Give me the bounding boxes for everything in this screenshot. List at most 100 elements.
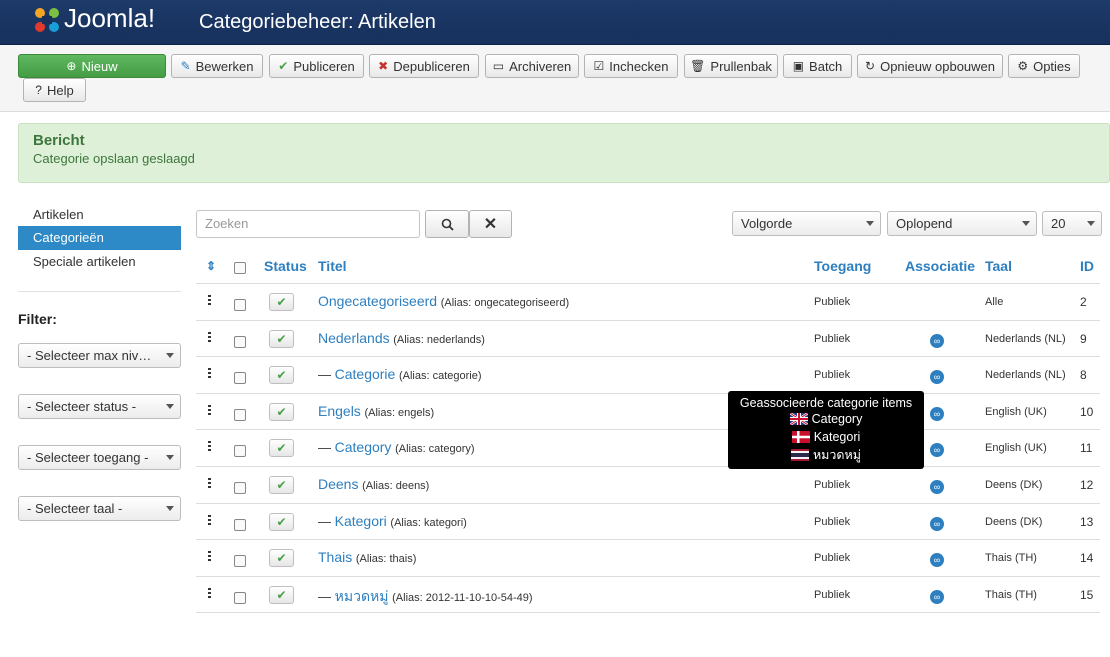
help-button-label: Help [46, 82, 74, 98]
tooltip-item-label: หมวดหมู่ [812, 448, 862, 462]
association-link-icon[interactable]: ∞ [930, 333, 944, 348]
published-status-toggle[interactable]: ✔ [269, 549, 294, 568]
category-title-link[interactable]: หมวดหมู่ [335, 588, 389, 604]
drag-handle-icon[interactable] [208, 368, 211, 380]
checkin-button[interactable]: ☑ Inchecken [584, 54, 678, 78]
language-value: English (UK) [985, 405, 1047, 418]
column-header-title[interactable]: Titel [318, 250, 347, 283]
filter-max-level-select[interactable]: - Selecteer max niv… [18, 343, 181, 368]
drag-handle-icon[interactable] [208, 295, 211, 306]
sort-direction-select[interactable]: Oplopend [887, 211, 1037, 236]
category-title-link[interactable]: Nederlands [318, 330, 390, 346]
category-title-link[interactable]: Deens [318, 476, 358, 492]
drag-handle-icon[interactable] [208, 404, 211, 416]
sidebar-item-articles[interactable]: Artikelen [18, 203, 181, 227]
row-checkbox[interactable] [234, 482, 246, 494]
ordering-sort-icon[interactable]: ⇕ [206, 250, 216, 283]
archive-button[interactable]: ▭ Archiveren [485, 54, 579, 78]
drag-handle-icon[interactable] [208, 441, 211, 453]
trash-button[interactable]: 🗑 Prullenbak [684, 54, 778, 78]
help-button[interactable]: ? Help [23, 78, 86, 102]
filter-language-select[interactable]: - Selecteer taal - [18, 496, 181, 521]
publish-button[interactable]: ✔ Publiceren [269, 54, 364, 78]
category-title-link[interactable]: Categorie [335, 366, 396, 382]
edit-button[interactable]: ✎ Bewerken [171, 54, 263, 78]
unpublish-button[interactable]: ✖ Depubliceren [369, 54, 479, 78]
row-checkbox[interactable] [234, 299, 246, 311]
check-icon: ✔ [276, 478, 287, 492]
table-bottom-border [196, 612, 1100, 614]
list-limit-select[interactable]: 20 [1042, 211, 1102, 236]
clear-search-button[interactable]: ✕ [469, 210, 512, 238]
row-checkbox[interactable] [234, 335, 246, 348]
published-status-toggle[interactable]: ✔ [269, 439, 294, 458]
filter-access-select[interactable]: - Selecteer toegang - [18, 445, 181, 470]
language-value: Nederlands (NL) [985, 369, 1066, 382]
column-header-language[interactable]: Taal [985, 250, 1012, 283]
published-status-toggle[interactable]: ✔ [269, 366, 294, 385]
column-header-association[interactable]: Associatie [905, 250, 975, 283]
association-link-icon[interactable]: ∞ [930, 480, 944, 494]
tooltip-item-label: Kategori [813, 430, 861, 444]
row-checkbox[interactable] [234, 372, 246, 385]
published-status-toggle[interactable]: ✔ [269, 476, 294, 494]
select-all-checkbox[interactable] [234, 262, 246, 274]
id-value: 8 [1080, 368, 1087, 383]
row-checkbox[interactable] [234, 518, 246, 531]
search-button[interactable] [425, 210, 469, 238]
tooltip-item: หมวดหมู่ [728, 446, 924, 464]
publish-button-label: Publiceren [293, 58, 355, 74]
category-title-link[interactable]: Category [335, 439, 392, 455]
id-value: 2 [1080, 295, 1087, 309]
drag-handle-icon[interactable] [208, 478, 211, 489]
association-link-icon[interactable]: ∞ [930, 589, 944, 604]
row-checkbox[interactable] [234, 408, 246, 421]
association-link-icon[interactable]: ∞ [930, 370, 944, 385]
column-header-status[interactable]: Status [264, 250, 307, 283]
association-link-icon[interactable]: ∞ [930, 553, 944, 568]
new-button[interactable]: ⊕ Nieuw [18, 54, 166, 78]
table-row: ✔ Thais (Alias: thais) Publiek ∞ Thais (TH) 1… [196, 539, 1100, 576]
sort-field-select[interactable]: Volgorde [732, 211, 881, 236]
filter-status-select[interactable]: - Selecteer status - [18, 394, 181, 419]
row-title: Engels (Alias: engels) [318, 403, 434, 419]
drag-handle-icon[interactable] [208, 587, 211, 599]
drag-handle-icon[interactable] [208, 514, 211, 526]
options-button[interactable]: ⚙ Opties [1008, 54, 1080, 78]
published-status-toggle[interactable]: ✔ [269, 402, 294, 421]
search-icon [441, 218, 454, 231]
association-link-icon[interactable]: ∞ [930, 443, 944, 458]
sidebar-item-categories[interactable]: Categorieën [18, 226, 181, 250]
category-title-link[interactable]: Engels [318, 403, 361, 419]
category-alias: (Alias: thais) [355, 553, 417, 566]
drag-handle-icon[interactable] [208, 551, 211, 563]
search-input[interactable]: Zoeken [196, 210, 420, 238]
association-link-icon[interactable]: ∞ [930, 516, 944, 531]
column-header-id[interactable]: ID [1080, 250, 1094, 283]
filter-language-value: - Selecteer taal - [27, 501, 123, 516]
published-status-toggle[interactable]: ✔ [269, 585, 294, 604]
id-value: 10 [1080, 404, 1094, 419]
category-alias: (Alias: engels) [364, 406, 435, 419]
category-title-link[interactable]: Kategori [335, 513, 387, 529]
drag-handle-icon[interactable] [208, 331, 211, 343]
table-row: ✔ Nederlands (Alias: nederlands) Publiek ∞ N… [196, 319, 1100, 357]
association-link-icon[interactable]: ∞ [930, 406, 944, 421]
published-status-toggle[interactable]: ✔ [269, 293, 294, 311]
rebuild-button[interactable]: ↻ Opnieuw opbouwen [857, 54, 1003, 78]
published-status-toggle[interactable]: ✔ [269, 329, 294, 348]
row-checkbox[interactable] [234, 555, 246, 568]
column-header-access[interactable]: Toegang [814, 250, 871, 283]
id-value: 12 [1080, 478, 1094, 492]
row-checkbox[interactable] [234, 591, 246, 604]
sidebar-item-featured[interactable]: Speciale artikelen [18, 250, 181, 274]
id-value: 9 [1080, 331, 1087, 346]
checkbox-icon: ☑ [593, 59, 605, 73]
access-level: Publiek [814, 588, 851, 601]
category-title-link[interactable]: Thais [318, 549, 352, 565]
row-title: — Category (Alias: category) [318, 439, 475, 455]
published-status-toggle[interactable]: ✔ [269, 512, 294, 531]
batch-button[interactable]: ▣ Batch [783, 54, 852, 78]
row-checkbox[interactable] [234, 445, 246, 458]
category-title-link[interactable]: Ongecategoriseerd [318, 293, 437, 309]
